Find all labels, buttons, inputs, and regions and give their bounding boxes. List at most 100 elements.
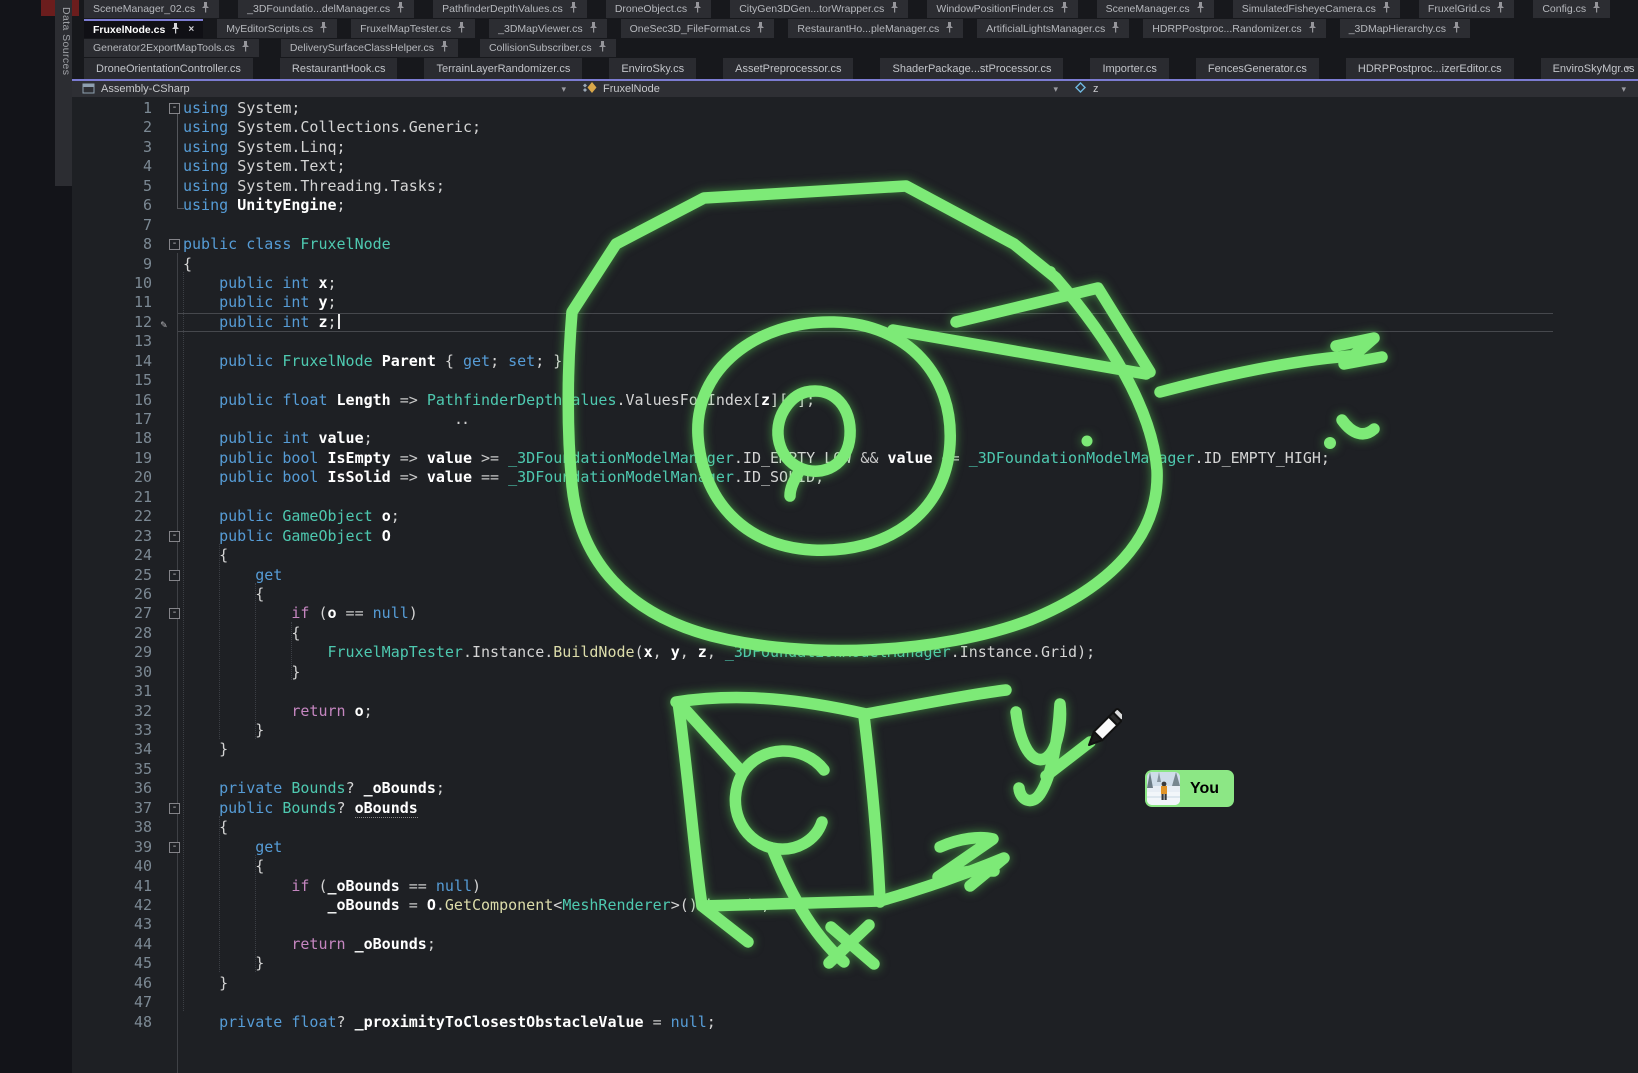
code-line-46[interactable]: 46 } xyxy=(72,974,1638,993)
code-line-48[interactable]: 48 private float? _proximityToClosestObs… xyxy=(72,1013,1638,1032)
pin-icon[interactable] xyxy=(598,41,607,55)
tab-myeditorscripts-cs[interactable]: MyEditorScripts.cs xyxy=(217,19,337,38)
tab-overflow-chevron[interactable]: ▾ xyxy=(1625,64,1630,73)
fold-marker[interactable]: - xyxy=(169,570,180,581)
code-line-33[interactable]: 33 } xyxy=(72,721,1638,740)
fold-marker[interactable]: - xyxy=(169,239,180,250)
code-line-2[interactable]: 2using System.Collections.Generic; xyxy=(72,118,1638,137)
code-line-27[interactable]: 27- if (o == null) xyxy=(72,604,1638,623)
tab-hdrppostproc-izereditor-cs[interactable]: HDRPPostproc...izerEditor.cs xyxy=(1346,58,1514,79)
code-line-16[interactable]: 16 public float Length => PathfinderDept… xyxy=(72,391,1638,410)
tab--3dfoundatio-delmanager-cs[interactable]: _3DFoundatio...delManager.cs xyxy=(238,0,414,18)
tab-restauranthook-cs[interactable]: RestaurantHook.cs xyxy=(280,58,398,79)
code-line-28[interactable]: 28 { xyxy=(72,624,1638,643)
code-line-6[interactable]: 6using UnityEngine; xyxy=(72,196,1638,215)
fold-marker[interactable]: - xyxy=(169,531,180,542)
code-line-44[interactable]: 44 return _oBounds; xyxy=(72,935,1638,954)
code-line-14[interactable]: 14 public FruxelNode Parent { get; set; … xyxy=(72,352,1638,371)
pin-icon[interactable] xyxy=(457,22,466,36)
code-line-3[interactable]: 3using System.Linq; xyxy=(72,138,1638,157)
pin-icon[interactable] xyxy=(440,41,449,55)
pin-icon[interactable] xyxy=(201,2,210,16)
data-sources-vertical-tab[interactable]: Data Sources xyxy=(55,0,72,186)
code-line-25[interactable]: 25- get xyxy=(72,566,1638,585)
pin-icon[interactable] xyxy=(1496,2,1505,16)
pin-icon[interactable] xyxy=(1452,22,1461,36)
pin-icon[interactable] xyxy=(890,2,899,16)
pin-icon[interactable] xyxy=(569,2,578,16)
pin-icon[interactable] xyxy=(241,41,250,55)
pin-icon[interactable] xyxy=(319,22,328,36)
code-line-36[interactable]: 36 private Bounds? _oBounds; xyxy=(72,779,1638,798)
tab--3dmaphierarchy-cs[interactable]: _3DMapHierarchy.cs xyxy=(1340,19,1470,38)
code-line-32[interactable]: 32 return o; xyxy=(72,702,1638,721)
tab-pathfinderdepthvalues-cs[interactable]: PathfinderDepthValues.cs xyxy=(433,0,587,18)
tab-scenemanager-cs[interactable]: SceneManager.cs xyxy=(1097,0,1214,18)
chevron-down-icon[interactable]: ▾ xyxy=(1047,84,1064,95)
code-line-15[interactable]: 15 xyxy=(72,371,1638,390)
tab-fruxelnode-cs[interactable]: FruxelNode.cs× xyxy=(84,19,203,38)
tab-fruxelmaptester-cs[interactable]: FruxelMapTester.cs xyxy=(351,19,475,38)
code-line-43[interactable]: 43 xyxy=(72,915,1638,934)
pin-icon[interactable] xyxy=(396,2,405,16)
tab-generator2exportmaptools-cs[interactable]: Generator2ExportMapTools.cs xyxy=(84,39,259,57)
pin-icon[interactable] xyxy=(171,23,180,37)
tab-importer-cs[interactable]: Importer.cs xyxy=(1090,58,1168,79)
code-line-22[interactable]: 22 public GameObject o; xyxy=(72,507,1638,526)
code-line-29[interactable]: 29 FruxelMapTester.Instance.BuildNode(x,… xyxy=(72,643,1638,662)
tab-enviroskymgr-cs[interactable]: EnviroSkyMgr.cs xyxy=(1541,58,1638,79)
code-line-5[interactable]: 5using System.Threading.Tasks; xyxy=(72,177,1638,196)
tab-simulatedfisheyecamera-cs[interactable]: SimulatedFisheyeCamera.cs xyxy=(1233,0,1400,18)
tab-droneobject-cs[interactable]: DroneObject.cs xyxy=(606,0,711,18)
code-line-47[interactable]: 47 xyxy=(72,993,1638,1012)
pin-icon[interactable] xyxy=(1111,22,1120,36)
tab-droneorientationcontroller-cs[interactable]: DroneOrientationController.cs xyxy=(84,58,253,79)
code-line-42[interactable]: 42 _oBounds = O.GetComponent<MeshRendere… xyxy=(72,896,1638,915)
fold-marker[interactable]: - xyxy=(169,608,180,619)
code-line-39[interactable]: 39- get xyxy=(72,838,1638,857)
tab-scenemanager-02-cs[interactable]: SceneManager_02.cs xyxy=(84,0,219,18)
close-icon[interactable]: × xyxy=(188,24,194,35)
project-dropdown[interactable]: Assembly-CSharp ▾ xyxy=(72,82,572,97)
code-line-19[interactable]: 19 public bool IsEmpty => value >= _3DFo… xyxy=(72,449,1638,468)
tab-fruxelgrid-cs[interactable]: FruxelGrid.cs xyxy=(1419,0,1514,18)
tab-config-cs[interactable]: Config.cs xyxy=(1533,0,1610,18)
code-line-8[interactable]: 8-public class FruxelNode xyxy=(72,235,1638,254)
code-line-38[interactable]: 38 { xyxy=(72,818,1638,837)
code-line-26[interactable]: 26 { xyxy=(72,585,1638,604)
code-line-13[interactable]: 13 xyxy=(72,332,1638,351)
tab--3dmapviewer-cs[interactable]: _3DMapViewer.cs xyxy=(489,19,606,38)
tab-fencesgenerator-cs[interactable]: FencesGenerator.cs xyxy=(1196,58,1319,79)
code-line-12[interactable]: 12✎ public int z; xyxy=(72,313,1638,332)
tab-windowpositionfinder-cs[interactable]: WindowPositionFinder.cs xyxy=(927,0,1077,18)
code-line-4[interactable]: 4using System.Text; xyxy=(72,157,1638,176)
tab-terrainlayerrandomizer-cs[interactable]: TerrainLayerRandomizer.cs xyxy=(424,58,582,79)
pin-icon[interactable] xyxy=(945,22,954,36)
code-line-18[interactable]: 18 public int value; xyxy=(72,429,1638,448)
code-line-24[interactable]: 24 { xyxy=(72,546,1638,565)
tab-onesec3d-fileformat-cs[interactable]: OneSec3D_FileFormat.cs xyxy=(621,19,775,38)
code-line-9[interactable]: 9{ xyxy=(72,255,1638,274)
fold-marker[interactable]: - xyxy=(169,103,180,114)
member-dropdown[interactable]: z xyxy=(1064,81,1099,97)
tab-shaderpackage-stprocessor-cs[interactable]: ShaderPackage...stProcessor.cs xyxy=(880,58,1063,79)
pin-icon[interactable] xyxy=(1592,2,1601,16)
tab-hdrppostproc-randomizer-cs[interactable]: HDRPPostproc...Randomizer.cs xyxy=(1143,19,1325,38)
code-line-21[interactable]: 21 xyxy=(72,488,1638,507)
tab-envirosky-cs[interactable]: EnviroSky.cs xyxy=(609,58,696,79)
pin-icon[interactable] xyxy=(1308,22,1317,36)
code-editor[interactable]: 1-using System;2using System.Collections… xyxy=(72,97,1638,1073)
pin-icon[interactable] xyxy=(693,2,702,16)
code-line-35[interactable]: 35 xyxy=(72,760,1638,779)
code-line-30[interactable]: 30 } xyxy=(72,663,1638,682)
code-line-23[interactable]: 23- public GameObject O xyxy=(72,527,1638,546)
chevron-down-icon[interactable]: ▾ xyxy=(1615,84,1638,95)
pin-icon[interactable] xyxy=(589,22,598,36)
code-line-20[interactable]: 20 public bool IsSolid => value == _3DFo… xyxy=(72,468,1638,487)
code-line-37[interactable]: 37- public Bounds? oBounds xyxy=(72,799,1638,818)
tab-deliverysurfaceclasshelper-cs[interactable]: DeliverySurfaceClassHelper.cs xyxy=(281,39,458,57)
code-line-31[interactable]: 31 xyxy=(72,682,1638,701)
code-line-1[interactable]: 1-using System; xyxy=(72,99,1638,118)
fold-marker[interactable]: - xyxy=(169,842,180,853)
code-line-41[interactable]: 41 if (_oBounds == null) xyxy=(72,877,1638,896)
